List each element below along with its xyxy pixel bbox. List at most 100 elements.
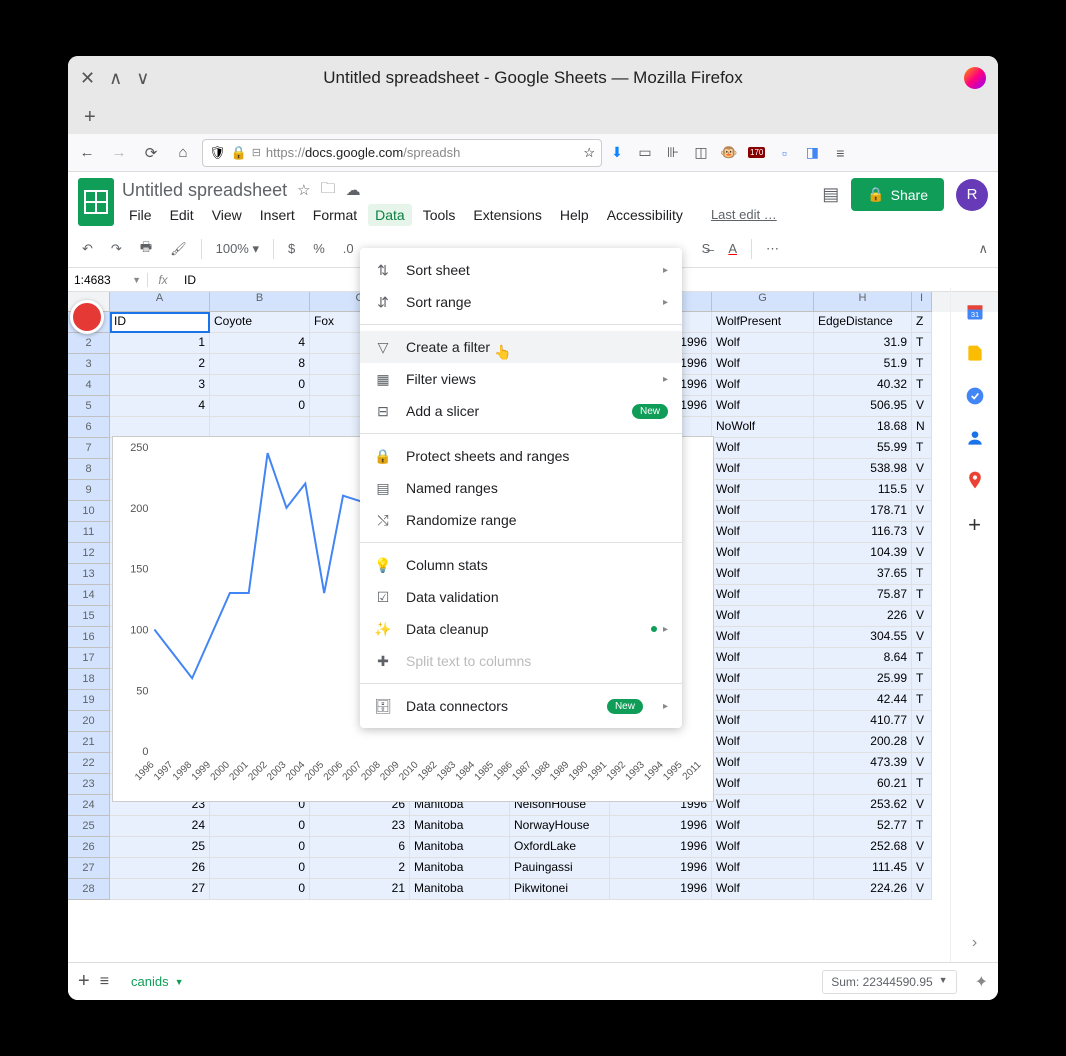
cell[interactable]: Wolf bbox=[712, 459, 814, 480]
cell[interactable]: 473.39 bbox=[814, 753, 912, 774]
row-header[interactable]: 12 bbox=[68, 543, 110, 564]
home-button[interactable]: ⌂ bbox=[170, 140, 196, 166]
menu-named-ranges[interactable]: ▤Named ranges bbox=[360, 472, 682, 504]
collapse-panel-icon[interactable]: › bbox=[972, 934, 977, 952]
move-icon[interactable]: 🗀 bbox=[321, 178, 336, 203]
cell[interactable]: Wolf bbox=[712, 333, 814, 354]
cloud-status-icon[interactable]: ☁ bbox=[346, 181, 361, 199]
cell[interactable]: Coyote bbox=[210, 312, 310, 333]
cell[interactable]: T bbox=[912, 816, 932, 837]
cell[interactable]: V bbox=[912, 627, 932, 648]
cell[interactable]: 111.45 bbox=[814, 858, 912, 879]
paint-format-icon[interactable]: 🖌 bbox=[166, 239, 191, 259]
cell[interactable]: NoWolf bbox=[712, 417, 814, 438]
cell[interactable]: 0 bbox=[210, 396, 310, 417]
cell[interactable]: 104.39 bbox=[814, 543, 912, 564]
menu-randomize[interactable]: ⤭Randomize range bbox=[360, 504, 682, 536]
document-title[interactable]: Untitled spreadsheet bbox=[122, 180, 287, 201]
row-header[interactable]: 9 bbox=[68, 480, 110, 501]
cell[interactable]: Manitoba bbox=[410, 879, 510, 900]
library-icon[interactable]: ⊪ bbox=[664, 144, 682, 162]
cell[interactable]: Wolf bbox=[712, 480, 814, 501]
contacts-icon[interactable] bbox=[965, 428, 985, 448]
cell[interactable]: Wolf bbox=[712, 606, 814, 627]
cell[interactable]: 1996 bbox=[610, 837, 712, 858]
cell[interactable]: V bbox=[912, 522, 932, 543]
cell[interactable]: ID bbox=[110, 312, 210, 333]
add-sheet-icon[interactable]: + bbox=[78, 970, 90, 993]
sheets-logo-icon[interactable] bbox=[78, 178, 114, 226]
row-header[interactable]: 17 bbox=[68, 648, 110, 669]
decimal-format[interactable]: .0 bbox=[339, 239, 358, 258]
menu-data-validation[interactable]: ☑Data validation bbox=[360, 581, 682, 613]
cell[interactable]: V bbox=[912, 837, 932, 858]
cell[interactable]: 21 bbox=[310, 879, 410, 900]
row-header[interactable]: 15 bbox=[68, 606, 110, 627]
cell[interactable]: 115.5 bbox=[814, 480, 912, 501]
cell[interactable]: T bbox=[912, 648, 932, 669]
cell[interactable]: 1996 bbox=[610, 816, 712, 837]
cell[interactable]: 2 bbox=[110, 354, 210, 375]
row-header[interactable]: 27 bbox=[68, 858, 110, 879]
cell[interactable]: Wolf bbox=[712, 816, 814, 837]
cell[interactable]: 25.99 bbox=[814, 669, 912, 690]
cell[interactable]: Pikwitonei bbox=[510, 879, 610, 900]
menu-edit[interactable]: Edit bbox=[163, 204, 201, 226]
collapse-toolbar-icon[interactable]: ∧ bbox=[978, 241, 988, 257]
row-header[interactable]: 2 bbox=[68, 333, 110, 354]
cell[interactable]: 0 bbox=[210, 816, 310, 837]
percent-format[interactable]: % bbox=[309, 239, 329, 258]
row-header[interactable]: 10 bbox=[68, 501, 110, 522]
cell[interactable]: 27 bbox=[110, 879, 210, 900]
cell[interactable]: 1996 bbox=[610, 879, 712, 900]
menu-view[interactable]: View bbox=[205, 204, 249, 226]
cell[interactable]: V bbox=[912, 879, 932, 900]
redo-icon[interactable]: ↷ bbox=[107, 239, 126, 259]
row-header[interactable]: 11 bbox=[68, 522, 110, 543]
cell[interactable]: T bbox=[912, 585, 932, 606]
menu-icon[interactable]: ≡ bbox=[831, 144, 849, 162]
ublock-badge[interactable]: 170 bbox=[748, 147, 765, 158]
name-box[interactable]: 1:4683▼ bbox=[68, 273, 148, 287]
cell[interactable]: T bbox=[912, 690, 932, 711]
add-panel-icon[interactable]: + bbox=[968, 512, 981, 538]
row-header[interactable]: 7 bbox=[68, 438, 110, 459]
row-header[interactable]: 20 bbox=[68, 711, 110, 732]
cell[interactable]: Wolf bbox=[712, 690, 814, 711]
last-edit-link[interactable]: Last edit … bbox=[704, 204, 784, 226]
cell[interactable]: Manitoba bbox=[410, 858, 510, 879]
cell[interactable]: Wolf bbox=[712, 438, 814, 459]
cell[interactable]: 0 bbox=[210, 837, 310, 858]
menu-accessibility[interactable]: Accessibility bbox=[600, 204, 690, 226]
row-header[interactable]: 8 bbox=[68, 459, 110, 480]
user-avatar[interactable]: R bbox=[956, 179, 988, 211]
cell[interactable]: 224.26 bbox=[814, 879, 912, 900]
menu-format[interactable]: Format bbox=[306, 204, 364, 226]
row-header[interactable]: 3 bbox=[68, 354, 110, 375]
tasks-icon[interactable] bbox=[965, 386, 985, 406]
cell[interactable]: 37.65 bbox=[814, 564, 912, 585]
menu-filter-views[interactable]: ▦Filter views▸ bbox=[360, 363, 682, 395]
cell[interactable]: Wolf bbox=[712, 648, 814, 669]
cell[interactable]: Wolf bbox=[712, 375, 814, 396]
explore-icon[interactable]: ✦ bbox=[975, 972, 988, 992]
keep-icon[interactable] bbox=[965, 344, 985, 364]
star-icon[interactable]: ☆ bbox=[297, 181, 310, 199]
cell[interactable]: Manitoba bbox=[410, 816, 510, 837]
cell[interactable]: T bbox=[912, 438, 932, 459]
cell[interactable]: 8.64 bbox=[814, 648, 912, 669]
undo-icon[interactable]: ↶ bbox=[78, 239, 97, 259]
cell[interactable]: N bbox=[912, 417, 932, 438]
cell[interactable]: 2 bbox=[310, 858, 410, 879]
cell[interactable]: Wolf bbox=[712, 669, 814, 690]
maps-icon[interactable] bbox=[965, 470, 985, 490]
cell[interactable]: 8 bbox=[210, 354, 310, 375]
formula-input[interactable]: ID bbox=[178, 273, 196, 287]
calendar-icon[interactable]: 31 bbox=[965, 302, 985, 322]
cell[interactable]: Wolf bbox=[712, 858, 814, 879]
cell[interactable]: 0 bbox=[210, 858, 310, 879]
cell[interactable]: 410.77 bbox=[814, 711, 912, 732]
cell[interactable]: V bbox=[912, 501, 932, 522]
cell[interactable]: Wolf bbox=[712, 564, 814, 585]
cell[interactable]: 253.62 bbox=[814, 795, 912, 816]
